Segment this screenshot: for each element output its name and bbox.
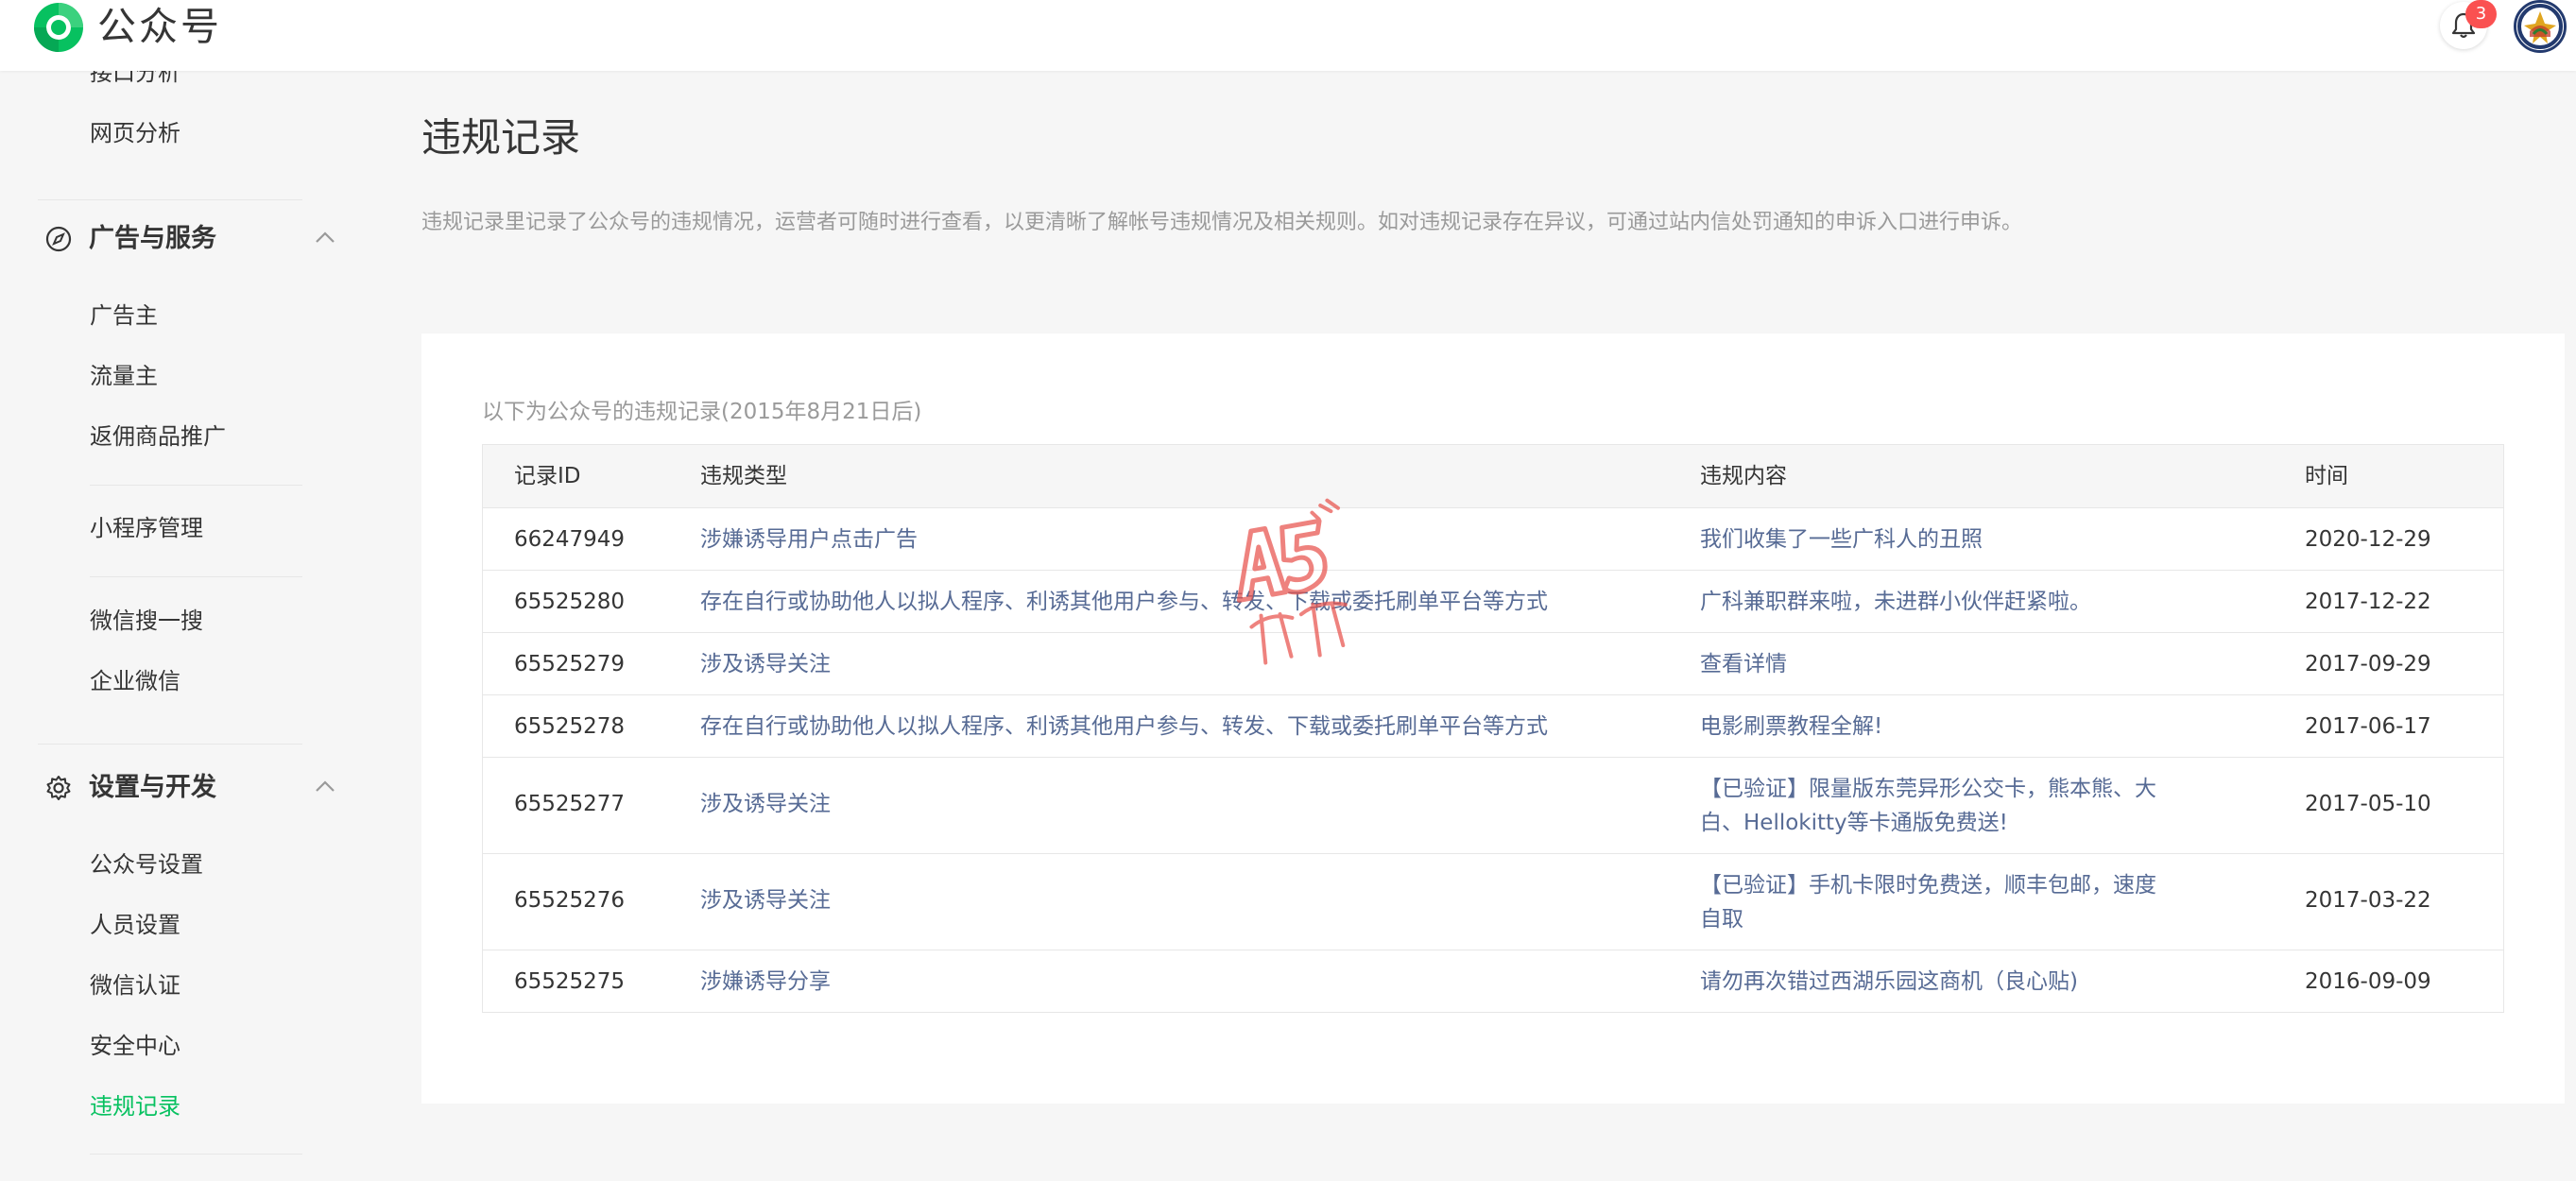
column-header-content: 违规内容: [1700, 464, 1787, 488]
table-row: 66247949 涉嫌诱导用户点击广告 我们收集了一些广科人的丑照 2020-1…: [483, 507, 2503, 570]
record-id: 65525275: [514, 969, 626, 994]
record-id: 65525276: [514, 888, 626, 913]
column-header-time: 时间: [2305, 464, 2348, 488]
record-time: 2020-12-29: [2305, 527, 2431, 552]
sidebar-item-mini-program[interactable]: 小程序管理: [90, 513, 203, 543]
brand-title[interactable]: 公众号: [97, 2, 222, 51]
violation-type-link[interactable]: 涉及诱导关注: [700, 647, 831, 681]
violation-type-link[interactable]: 涉嫌诱导用户点击广告: [700, 522, 918, 556]
violation-content-link[interactable]: 广科兼职群来啦，未进群小伙伴赶紧啦。: [1700, 585, 2172, 619]
sidebar-group-ads-services[interactable]: 广告与服务: [45, 222, 338, 256]
violation-content-link[interactable]: 电影刷票教程全解!: [1700, 710, 2172, 744]
record-id: 65525277: [514, 792, 626, 816]
page-title: 违规记录: [421, 114, 581, 161]
account-avatar[interactable]: [2514, 0, 2567, 53]
record-id: 65525280: [514, 590, 626, 614]
record-time: 2017-06-17: [2305, 714, 2431, 739]
sidebar-divider: [90, 485, 302, 486]
chevron-up-icon[interactable]: [314, 779, 336, 794]
record-time: 2017-09-29: [2305, 652, 2431, 676]
sidebar-item-web-analysis[interactable]: 网页分析: [90, 118, 180, 148]
table-row: 65525277 涉及诱导关注 【已验证】限量版东莞异形公交卡，熊本熊、大白、H…: [483, 757, 2503, 853]
violation-type-link[interactable]: 涉嫌诱导分享: [700, 965, 831, 999]
compass-icon: [45, 226, 72, 252]
sidebar-divider: [90, 1154, 302, 1155]
sidebar-group-label: 广告与服务: [89, 224, 216, 253]
record-id: 65525278: [514, 714, 626, 739]
sidebar-divider: [90, 576, 302, 577]
sidebar-item-wechat-verification[interactable]: 微信认证: [90, 970, 180, 1001]
violation-type-link[interactable]: 存在自行或协助他人以拟人程序、利诱其他用户参与、转发、下载或委托刷单平台等方式: [700, 710, 1548, 744]
avatar-emblem-icon: [2516, 3, 2564, 50]
table-row: 65525279 涉及诱导关注 查看详情 2017-09-29: [483, 632, 2503, 694]
sidebar-item-member-settings[interactable]: 人员设置: [90, 910, 180, 940]
sidebar-group-settings-dev[interactable]: 设置与开发: [45, 771, 338, 805]
violation-content-link[interactable]: 请勿再次错过西湖乐园这商机（良心贴): [1700, 965, 2172, 999]
wechat-mp-logo-icon[interactable]: [31, 0, 86, 55]
column-header-type: 违规类型: [700, 464, 787, 488]
sidebar-divider: [38, 199, 302, 200]
table-row: 65525275 涉嫌诱导分享 请勿再次错过西湖乐园这商机（良心贴) 2016-…: [483, 950, 2503, 1012]
sidebar-item-violation-records[interactable]: 违规记录: [90, 1091, 180, 1121]
page-description: 违规记录里记录了公众号的违规情况，运营者可随时进行查看，以更清晰了解帐号违规情况…: [421, 211, 2023, 234]
notification-count-badge: 3: [2465, 0, 2497, 28]
chevron-up-icon[interactable]: [314, 230, 336, 245]
table-row: 65525276 涉及诱导关注 【已验证】手机卡限时免费送，顺丰包邮，速度自取 …: [483, 853, 2503, 950]
sidebar-item-commission-promotion[interactable]: 返佣商品推广: [90, 421, 226, 452]
sidebar-item-publisher[interactable]: 流量主: [90, 361, 158, 391]
sidebar-item-wechat-search[interactable]: 微信搜一搜: [90, 606, 203, 636]
record-time: 2016-09-09: [2305, 969, 2431, 994]
table-row: 65525278 存在自行或协助他人以拟人程序、利诱其他用户参与、转发、下载或委…: [483, 694, 2503, 757]
violation-content-link[interactable]: 【已验证】手机卡限时免费送，顺丰包邮，速度自取: [1700, 868, 2172, 936]
table-row: 65525280 存在自行或协助他人以拟人程序、利诱其他用户参与、转发、下载或委…: [483, 570, 2503, 632]
violation-content-link[interactable]: 【已验证】限量版东莞异形公交卡，熊本熊、大白、Hellokitty等卡通版免费送…: [1700, 772, 2172, 840]
sidebar-group-label: 设置与开发: [89, 773, 216, 802]
gear-icon: [46, 776, 71, 800]
top-bar: 公众号 3: [0, 0, 2576, 71]
violation-type-link[interactable]: 涉及诱导关注: [700, 787, 831, 821]
record-time: 2017-03-22: [2305, 888, 2431, 913]
record-id: 66247949: [514, 527, 626, 552]
column-header-id: 记录ID: [514, 464, 581, 488]
violation-content-link[interactable]: 我们收集了一些广科人的丑照: [1700, 522, 2172, 556]
sidebar-nav: 接口分析 网页分析 广告与服务 广告主 流量主 返佣商品推广 小程序管理 微信搜…: [0, 60, 340, 1181]
sidebar-divider: [38, 744, 302, 745]
sidebar-item-security-center[interactable]: 安全中心: [90, 1031, 180, 1061]
sidebar-item-wecom[interactable]: 企业微信: [90, 666, 180, 696]
table-caption: 以下为公众号的违规记录(2015年8月21日后): [482, 400, 922, 424]
table-header-row: 记录ID 违规类型 违规内容 时间: [483, 445, 2503, 507]
violation-content-link[interactable]: 查看详情: [1700, 647, 2172, 681]
violation-type-link[interactable]: 涉及诱导关注: [700, 883, 831, 917]
sidebar-item-advertiser[interactable]: 广告主: [90, 300, 158, 331]
record-time: 2017-12-22: [2305, 590, 2431, 614]
record-id: 65525279: [514, 652, 626, 676]
record-time: 2017-05-10: [2305, 792, 2431, 816]
violation-type-link[interactable]: 存在自行或协助他人以拟人程序、利诱其他用户参与、转发、下载或委托刷单平台等方式: [700, 585, 1548, 619]
a5-watermark-logo: [1236, 498, 1348, 665]
violation-records-table: 记录ID 违规类型 违规内容 时间 66247949 涉嫌诱导用户点击广告 我们…: [482, 444, 2504, 1013]
sidebar-item-account-settings[interactable]: 公众号设置: [90, 849, 203, 880]
